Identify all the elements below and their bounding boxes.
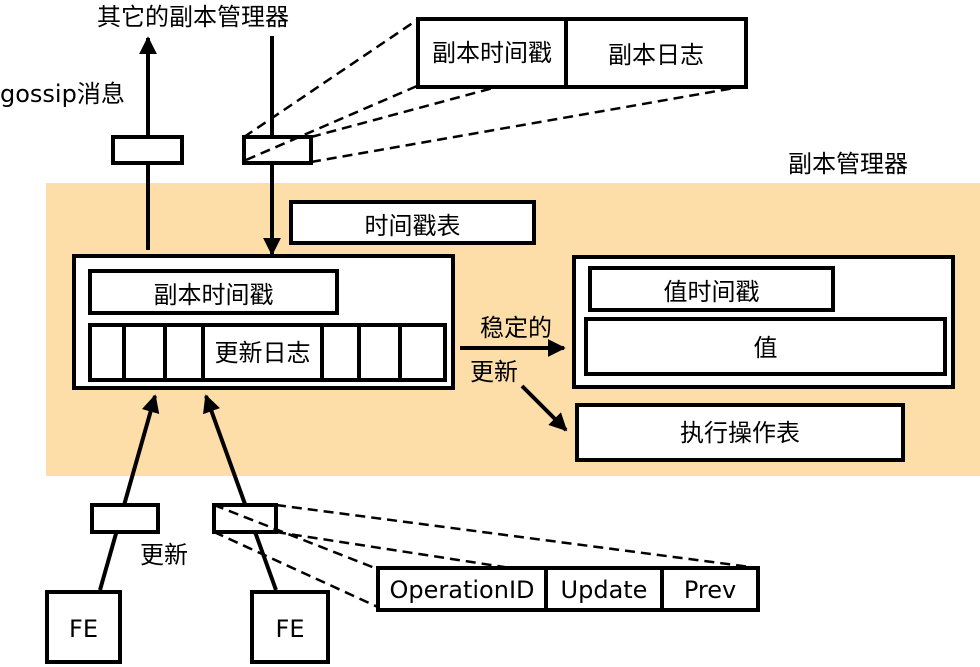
log-cell-divider xyxy=(122,327,126,378)
value-timestamp-label: 值时间戳 xyxy=(663,278,760,306)
update-message-detail-box xyxy=(212,503,278,534)
update-log-label: 更新日志 xyxy=(205,341,320,365)
operation-id-field: OperationID xyxy=(389,576,535,604)
executed-ops-box: 执行操作表 xyxy=(575,403,905,462)
timestamp-table-box: 时间戳表 xyxy=(289,200,536,245)
stable-updates-label-line1: 稳定的 xyxy=(480,314,552,342)
executed-ops-label: 执行操作表 xyxy=(680,419,800,447)
prev-field: Prev xyxy=(683,576,737,604)
update-message-box xyxy=(90,503,160,534)
value-label: 值 xyxy=(753,334,778,362)
front-end-label: FE xyxy=(69,615,98,643)
replica-timestamp-label: 副本时间戳 xyxy=(153,281,274,309)
gossip-detail-box: 副本时间戳 副本日志 xyxy=(416,17,748,89)
value-timestamp-box: 值时间戳 xyxy=(588,266,835,312)
front-end-box: FE xyxy=(250,590,330,664)
value-block: 值时间戳 值 xyxy=(572,255,955,389)
timestamp-table-label: 时间戳表 xyxy=(364,212,461,240)
replica-manager-label: 副本管理器 xyxy=(788,150,908,178)
update-label: 更新 xyxy=(140,541,188,569)
gossip-message-out-box xyxy=(111,135,184,165)
gossip-expand-line xyxy=(243,18,418,139)
stable-updates-label-line2: 更新 xyxy=(470,358,518,386)
update-field: Update xyxy=(560,576,648,604)
fe-update-arrow xyxy=(203,394,278,591)
value-box: 值 xyxy=(584,317,947,376)
front-end-box: FE xyxy=(45,590,122,664)
gossip-detail-log: 副本日志 xyxy=(608,41,704,69)
gossip-message-in-box xyxy=(242,135,313,165)
log-cell-divider xyxy=(398,327,402,378)
replica-timestamp-box: 副本时间戳 xyxy=(88,269,339,315)
update-log-box: 更新日志 xyxy=(88,323,447,382)
log-cell-divider xyxy=(163,327,167,378)
gossip-expand-line xyxy=(310,84,747,164)
execute-arrow xyxy=(520,384,568,432)
log-cell-divider xyxy=(357,327,361,378)
update-expand-line xyxy=(213,503,381,572)
log-cell-divider xyxy=(320,327,324,378)
front-end-label: FE xyxy=(275,615,305,643)
other-managers-label: 其它的副本管理器 xyxy=(97,3,289,31)
update-detail-box: OperationID Update Prev xyxy=(376,566,760,612)
gossip-label: gossip消息 xyxy=(0,80,125,108)
gossip-detail-timestamp: 副本时间戳 xyxy=(432,39,552,67)
replica-block: 副本时间戳 更新日志 xyxy=(72,254,455,390)
